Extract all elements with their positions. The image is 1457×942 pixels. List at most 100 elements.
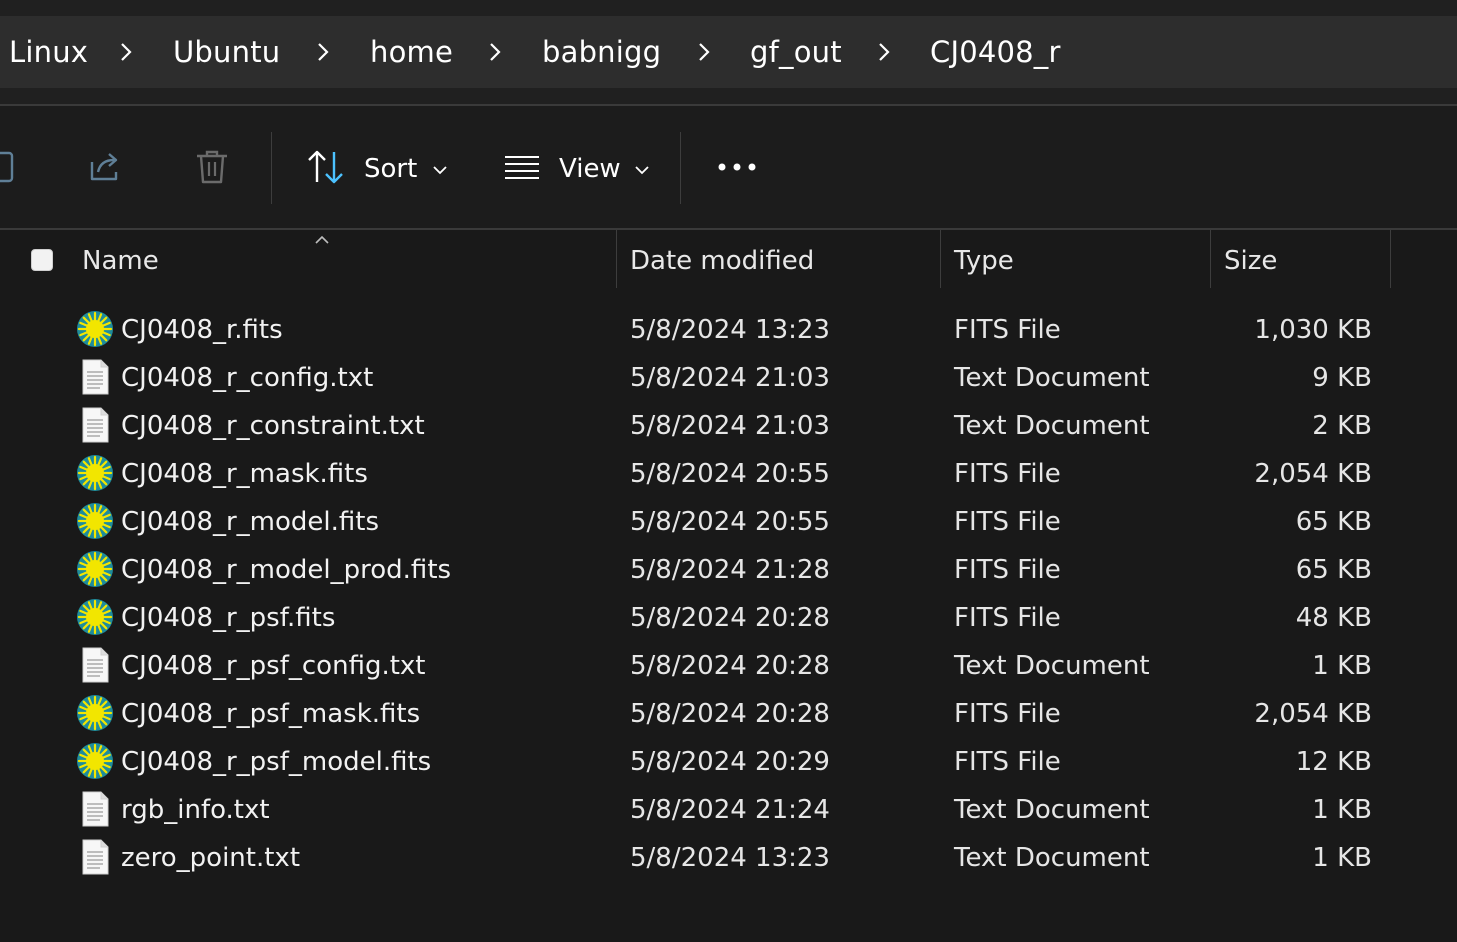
file-type: FITS File	[954, 603, 1061, 633]
file-size: 12 KB	[1295, 747, 1372, 777]
file-date-modified: 5/8/2024 20:28	[630, 651, 830, 681]
sort-label: Sort	[364, 154, 418, 184]
file-row[interactable]: rgb_info.txt 5/8/2024 21:24 Text Document 1…	[0, 786, 1457, 834]
column-divider[interactable]	[616, 230, 617, 288]
chevron-right-icon[interactable]	[874, 42, 894, 62]
file-name: CJ0408_r_config.txt	[121, 363, 374, 393]
fits-file-icon	[76, 454, 114, 492]
file-name: CJ0408_r_mask.fits	[121, 459, 368, 489]
file-date-modified: 5/8/2024 20:55	[630, 459, 830, 489]
file-row[interactable]: CJ0408_r_mask.fits 5/8/2024 20:55 FITS Fil…	[0, 450, 1457, 498]
file-date-modified: 5/8/2024 20:28	[630, 603, 830, 633]
list-view-icon	[503, 148, 541, 190]
file-size: 48 KB	[1295, 603, 1372, 633]
file-row[interactable]: CJ0408_r_model_prod.fits 5/8/2024 21:28 FI…	[0, 546, 1457, 594]
file-size: 2 KB	[1312, 411, 1372, 441]
file-type: FITS File	[954, 699, 1061, 729]
file-size: 1 KB	[1312, 843, 1372, 873]
file-row[interactable]: CJ0408_r_psf_config.txt 5/8/2024 20:28 Tex…	[0, 642, 1457, 690]
file-type: FITS File	[954, 507, 1061, 537]
chevron-right-icon[interactable]	[694, 42, 714, 62]
file-name: CJ0408_r_model_prod.fits	[121, 555, 452, 585]
file-row[interactable]: CJ0408_r_psf_mask.fits 5/8/2024 20:28 FITS…	[0, 690, 1457, 738]
fits-file-icon	[76, 742, 114, 780]
delete-button[interactable]	[193, 148, 231, 190]
select-all-checkbox[interactable]	[31, 249, 53, 271]
column-divider[interactable]	[1390, 230, 1391, 288]
column-header-type[interactable]: Type	[954, 230, 1014, 288]
file-date-modified: 5/8/2024 20:28	[630, 699, 830, 729]
view-button[interactable]: View	[503, 148, 649, 190]
file-date-modified: 5/8/2024 21:03	[630, 363, 830, 393]
breadcrumb-item-babnigg[interactable]: babnigg	[542, 16, 661, 88]
file-type: Text Document	[954, 843, 1150, 873]
breadcrumb-item-linux[interactable]: Linux	[9, 16, 88, 88]
file-date-modified: 5/8/2024 21:28	[630, 555, 830, 585]
copy-button[interactable]	[0, 150, 16, 188]
breadcrumb-item-ubuntu[interactable]: Ubuntu	[173, 16, 280, 88]
fits-file-icon	[76, 502, 114, 540]
text-file-icon	[76, 646, 114, 684]
file-row[interactable]: CJ0408_r_psf.fits 5/8/2024 20:28 FITS File…	[0, 594, 1457, 642]
file-name: zero_point.txt	[121, 843, 301, 873]
share-button[interactable]	[86, 148, 124, 190]
text-file-icon	[76, 406, 114, 444]
chevron-right-icon[interactable]	[116, 42, 136, 62]
breadcrumb-item-current[interactable]: CJ0408_r	[930, 16, 1061, 88]
breadcrumb[interactable]: Linux Ubuntu home babnigg gf_out CJ0408_…	[0, 16, 1457, 88]
breadcrumb-item-gf-out[interactable]: gf_out	[750, 16, 842, 88]
chevron-right-icon[interactable]	[485, 42, 505, 62]
column-header-size[interactable]: Size	[1224, 230, 1277, 288]
file-row[interactable]: CJ0408_r.fits 5/8/2024 13:23 FITS File 1,03…	[0, 306, 1457, 354]
file-size: 65 KB	[1295, 507, 1372, 537]
fits-file-icon	[76, 598, 114, 636]
file-row[interactable]: CJ0408_r_model.fits 5/8/2024 20:55 FITS Fi…	[0, 498, 1457, 546]
chevron-down-icon	[635, 160, 649, 179]
file-list: Name Date modified Type Size CJ0408_r.fi…	[0, 230, 1457, 942]
column-divider[interactable]	[1210, 230, 1211, 288]
file-type: Text Document	[954, 795, 1150, 825]
chevron-right-icon[interactable]	[313, 42, 333, 62]
file-name: CJ0408_r_psf_model.fits	[121, 747, 432, 777]
sort-arrows-icon	[306, 148, 346, 190]
file-name: CJ0408_r_psf.fits	[121, 603, 336, 633]
file-date-modified: 5/8/2024 20:55	[630, 507, 830, 537]
file-name: CJ0408_r.fits	[121, 315, 283, 345]
file-date-modified: 5/8/2024 21:03	[630, 411, 830, 441]
file-name: rgb_info.txt	[121, 795, 270, 825]
file-size: 1,030 KB	[1254, 315, 1372, 345]
file-name: CJ0408_r_model.fits	[121, 507, 380, 537]
more-options-button[interactable]	[716, 158, 758, 180]
file-row[interactable]: CJ0408_r_config.txt 5/8/2024 21:03 Text Do…	[0, 354, 1457, 402]
trash-icon	[193, 148, 231, 190]
file-name: CJ0408_r_psf_mask.fits	[121, 699, 421, 729]
file-type: Text Document	[954, 411, 1150, 441]
file-size: 65 KB	[1295, 555, 1372, 585]
command-bar: Sort View	[0, 106, 1457, 228]
fits-file-icon	[76, 694, 114, 732]
file-date-modified: 5/8/2024 21:24	[630, 795, 830, 825]
file-type: FITS File	[954, 315, 1061, 345]
sort-button[interactable]: Sort	[306, 148, 447, 190]
file-size: 2,054 KB	[1254, 699, 1372, 729]
file-row[interactable]: CJ0408_r_constraint.txt 5/8/2024 21:03 Tex…	[0, 402, 1457, 450]
file-name: CJ0408_r_constraint.txt	[121, 411, 425, 441]
file-row[interactable]: zero_point.txt 5/8/2024 13:23 Text Documen…	[0, 834, 1457, 882]
column-divider[interactable]	[940, 230, 941, 288]
copy-icon	[0, 150, 16, 188]
sort-ascending-icon	[314, 230, 330, 249]
view-label: View	[559, 154, 621, 184]
file-row[interactable]: CJ0408_r_psf_model.fits 5/8/2024 20:29 FIT…	[0, 738, 1457, 786]
fits-file-icon	[76, 550, 114, 588]
text-file-icon	[76, 358, 114, 396]
column-header-name[interactable]: Name	[82, 230, 159, 288]
text-file-icon	[76, 790, 114, 828]
column-header-date-modified[interactable]: Date modified	[630, 230, 814, 288]
file-type: FITS File	[954, 747, 1061, 777]
file-size: 1 KB	[1312, 795, 1372, 825]
file-name: CJ0408_r_psf_config.txt	[121, 651, 426, 681]
chevron-down-icon	[433, 160, 447, 179]
toolbar-divider	[680, 132, 681, 204]
file-date-modified: 5/8/2024 13:23	[630, 843, 830, 873]
breadcrumb-item-home[interactable]: home	[370, 16, 453, 88]
